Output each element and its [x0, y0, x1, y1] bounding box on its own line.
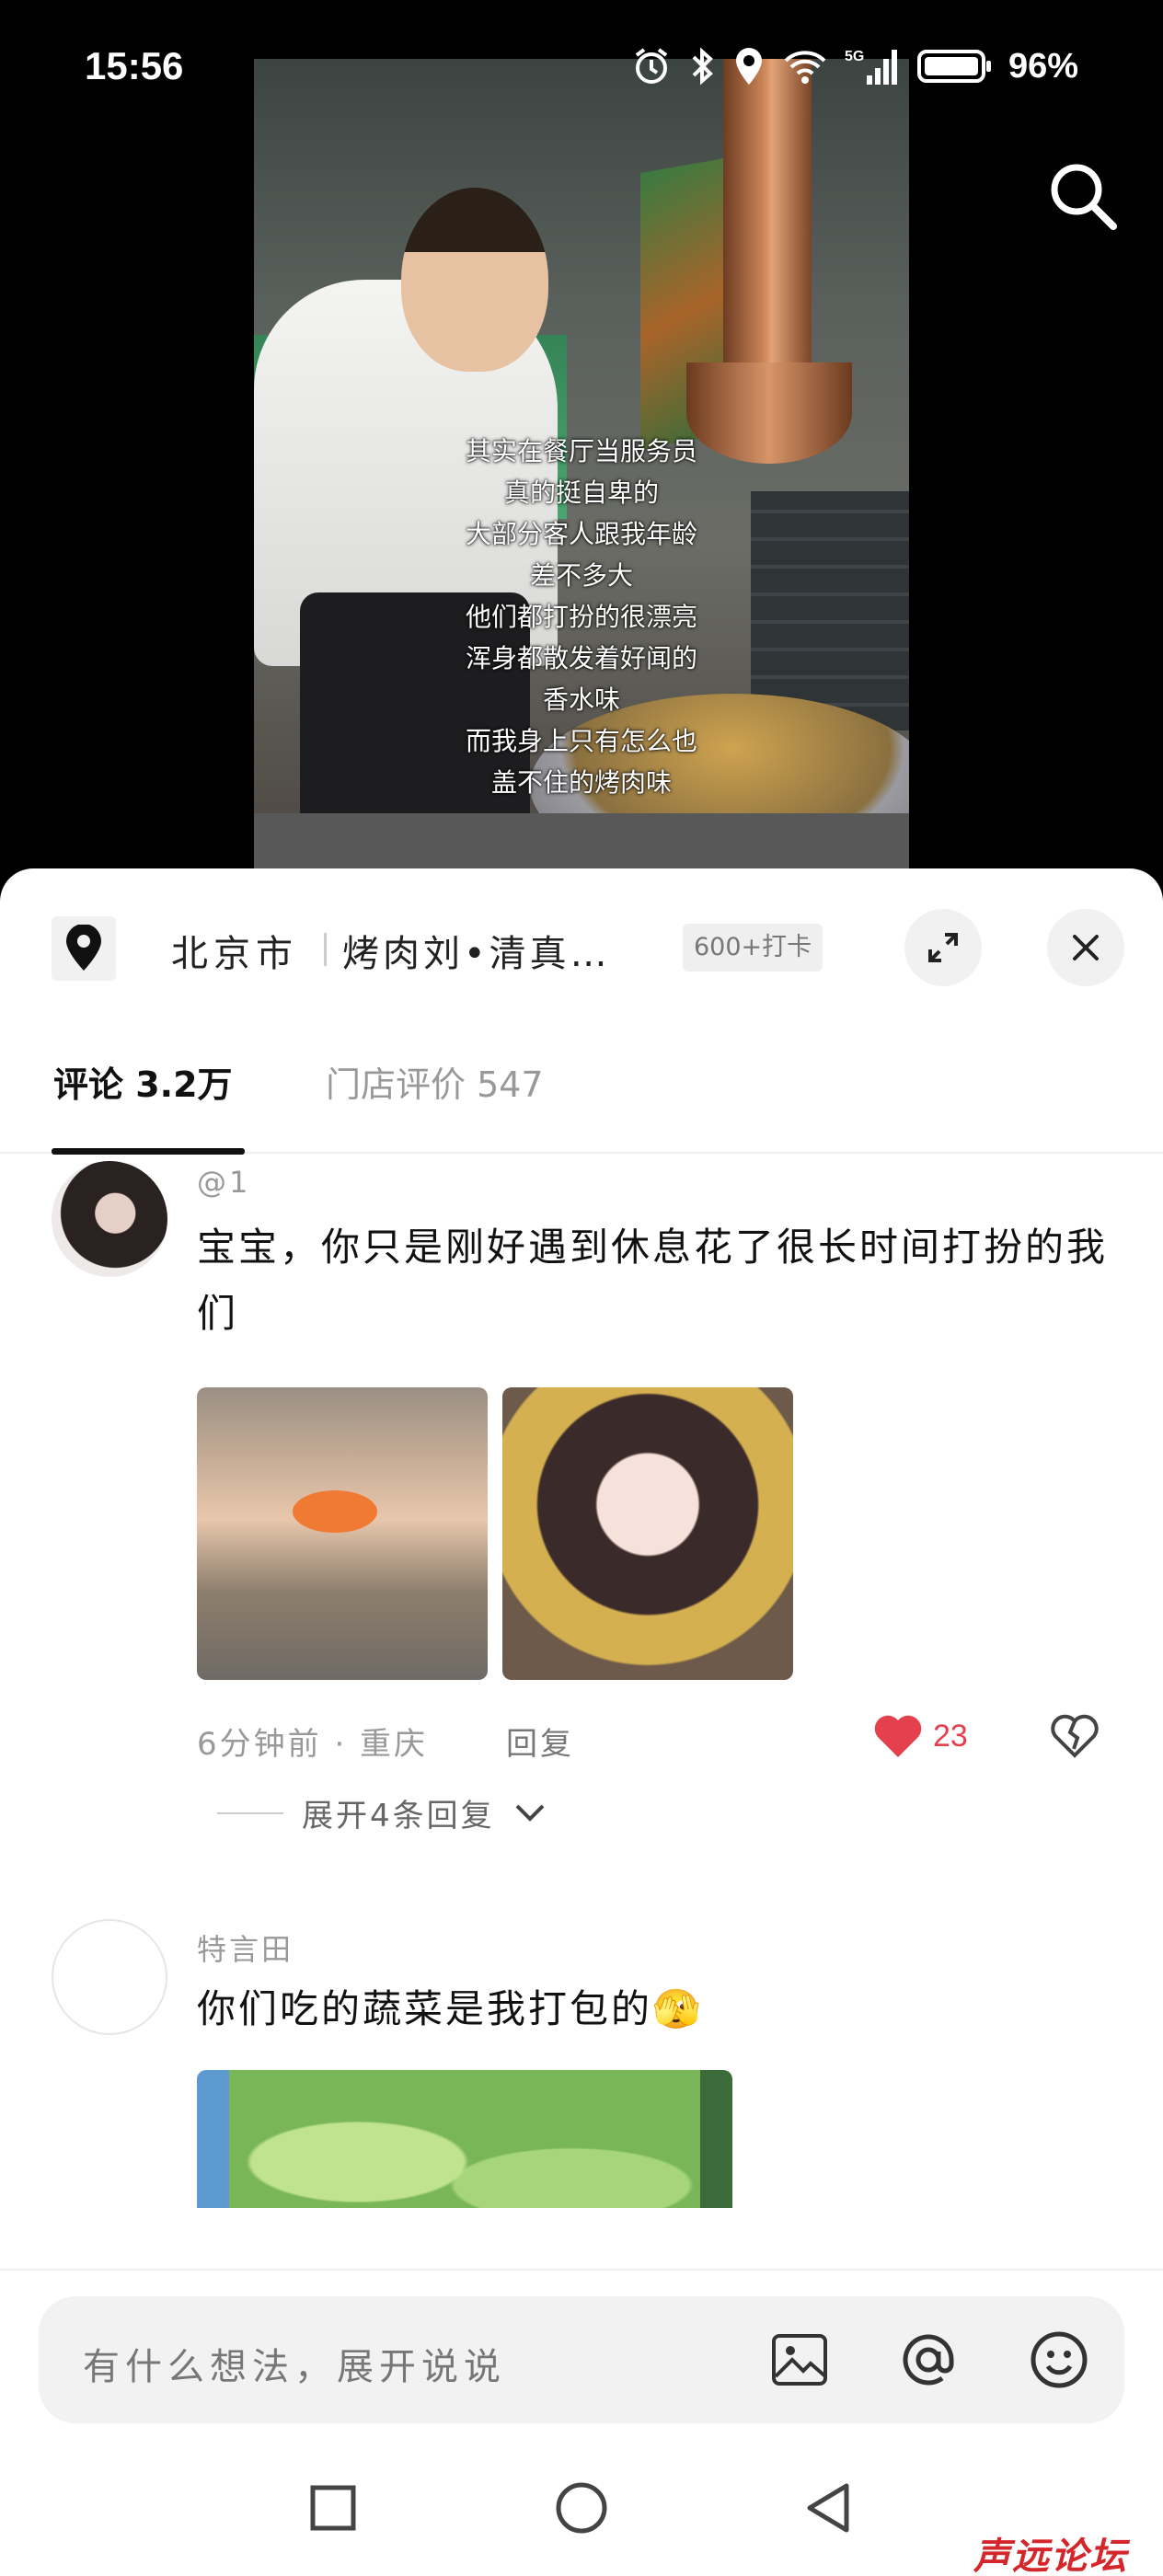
network-label: 5G [845, 49, 864, 64]
caption-line: 他们都打扮的很漂亮 [465, 602, 697, 632]
back-triangle-icon [807, 2483, 849, 2533]
comment-username[interactable]: 特言田 [197, 1926, 294, 1969]
caption-line: 而我身上只有怎么也 [465, 726, 697, 756]
watermark-logo: 声远论坛 [973, 2536, 1128, 2576]
comments-sheet: 北京市 烤肉刘•清真… 600+打卡 评论 3.2万 门店评价 547 @1 宝… [0, 868, 1163, 2576]
status-bar: 15:56 5G 96% [0, 0, 1163, 138]
image-icon [772, 2334, 827, 2386]
avatar[interactable] [52, 1161, 167, 1277]
comment-list[interactable]: @1 宝宝，你只是刚好遇到休息花了很长时间打扮的我们 6分钟前 · 重庆 回复 … [0, 1156, 1163, 2208]
status-icons: 5G 96% [631, 46, 1078, 86]
status-time: 15:56 [85, 44, 184, 87]
home-button[interactable] [545, 2471, 618, 2545]
location-bar[interactable]: 北京市 烤肉刘•清真… 600+打卡 [0, 868, 1163, 1025]
bluetooth-icon [692, 47, 713, 86]
waitress-head [401, 188, 548, 372]
location-icon [735, 48, 762, 85]
comment-image[interactable] [197, 2070, 732, 2208]
wifi-icon [784, 51, 826, 84]
comment-time-location: 6分钟前 · 重庆 [197, 1726, 429, 1763]
active-tab-indicator [52, 1148, 245, 1155]
emoji-icon [1031, 2331, 1088, 2388]
location-divider [324, 933, 327, 966]
video-caption: 其实在餐厅当服务员 真的挺自卑的 大部分客人跟我年龄 差不多大 他们都打扮的很漂… [254, 431, 909, 803]
caption-line: 真的挺自卑的 [503, 477, 659, 508]
like-count: 23 [933, 1718, 968, 1754]
cellular-signal-icon: 5G [845, 49, 897, 85]
expand-icon [928, 933, 958, 962]
mention-button[interactable] [892, 2324, 964, 2396]
table [254, 813, 909, 868]
close-button[interactable] [1047, 909, 1124, 986]
broken-heart-icon [1051, 1714, 1099, 1758]
comment-input-bar: 有什么想法，展开说说 [0, 2269, 1163, 2444]
image-picker-button[interactable] [764, 2324, 835, 2396]
comment-input-placeholder: 有什么想法，展开说说 [83, 2346, 506, 2388]
heart-icon [874, 1715, 922, 1757]
comment-item: 特言田 你们吃的蔬菜是我打包的🫣 [0, 1919, 1163, 2208]
comment-image[interactable] [502, 1387, 793, 1680]
square-icon [310, 2485, 356, 2531]
checkin-badge: 600+打卡 [683, 924, 823, 972]
expand-replies-button[interactable]: 展开4条回复 [217, 1790, 547, 1835]
caption-line: 其实在餐厅当服务员 [465, 436, 697, 466]
location-pin-icon [52, 916, 116, 981]
battery-percent: 96% [1008, 46, 1078, 86]
circle-icon [556, 2482, 607, 2534]
comment-username[interactable]: @1 [197, 1165, 250, 1200]
search-icon [1051, 164, 1117, 230]
search-button[interactable] [1043, 156, 1121, 234]
comment-item: @1 宝宝，你只是刚好遇到休息花了很长时间打扮的我们 6分钟前 · 重庆 回复 … [0, 1156, 1163, 1873]
close-icon [1073, 935, 1099, 960]
tab-bar: 评论 3.2万 门店评价 547 [0, 1025, 1163, 1154]
comment-image[interactable] [197, 1387, 488, 1680]
like-button[interactable]: 23 [872, 1713, 968, 1759]
emoji-button[interactable] [1023, 2324, 1095, 2396]
at-icon [903, 2334, 954, 2386]
expand-button[interactable] [904, 909, 982, 986]
video-player[interactable]: 其实在餐厅当服务员 真的挺自卑的 大部分客人跟我年龄 差不多大 他们都打扮的很漂… [254, 59, 909, 868]
alarm-icon [635, 48, 668, 84]
back-button[interactable] [791, 2471, 865, 2545]
avatar[interactable] [52, 1919, 167, 2035]
caption-line: 差不多大 [529, 560, 633, 591]
expand-replies-label: 展开4条回复 [302, 1798, 495, 1834]
expand-divider [217, 1811, 283, 1814]
caption-line: 大部分客人跟我年龄 [465, 519, 697, 549]
comment-text: 你们吃的蔬菜是我打包的🫣 [197, 1986, 704, 2031]
tab-comments[interactable]: 评论 3.2万 [53, 1025, 233, 1154]
recent-apps-button[interactable] [296, 2471, 370, 2545]
caption-line: 香水味 [542, 684, 620, 715]
chevron-down-icon [515, 1804, 545, 1822]
battery-icon [916, 50, 991, 83]
comment-text: 宝宝，你只是刚好遇到休息花了很长时间打扮的我们 [197, 1225, 1109, 1336]
caption-line: 浑身都散发着好闻的 [465, 643, 697, 673]
caption-line: 盖不住的烤肉味 [490, 767, 672, 798]
tab-store-reviews[interactable]: 门店评价 547 [326, 1025, 544, 1154]
dislike-button[interactable] [1049, 1713, 1100, 1763]
location-shop-name: 烤肉刘•清真… [342, 933, 611, 975]
comment-input[interactable]: 有什么想法，展开说说 [39, 2296, 1124, 2423]
reply-button[interactable]: 回复 [506, 1719, 574, 1764]
location-city: 北京市 [171, 933, 298, 975]
